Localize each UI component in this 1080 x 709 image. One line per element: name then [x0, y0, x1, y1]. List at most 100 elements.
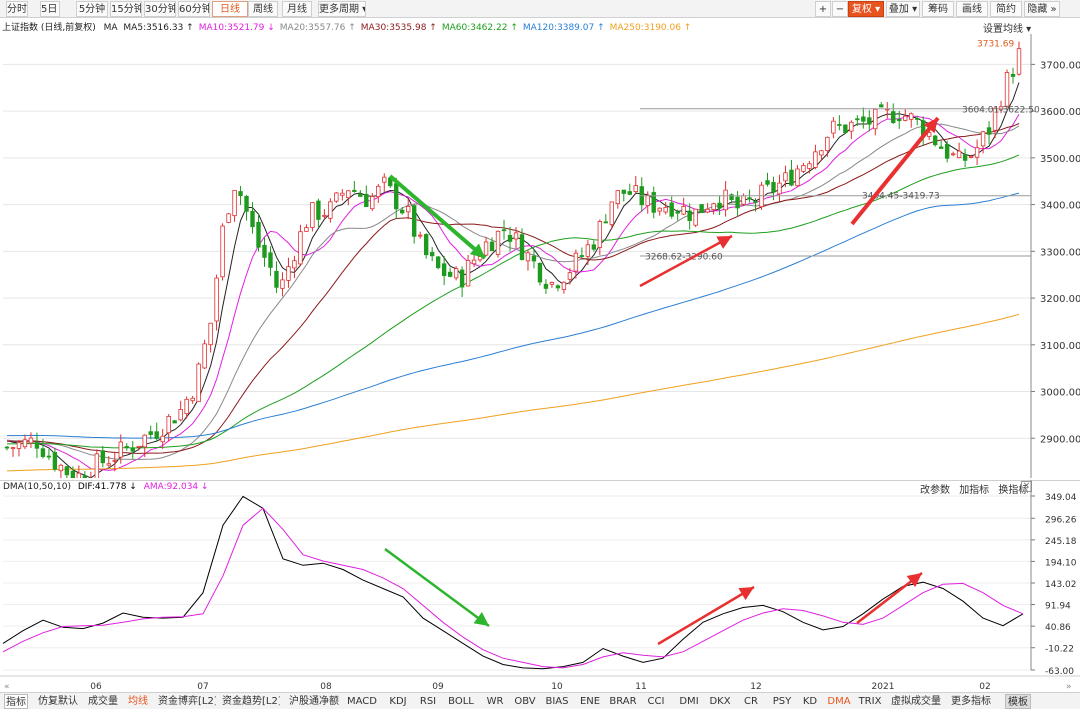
indicator-tab-21[interactable]: KD	[800, 694, 820, 709]
indicator-tab-7[interactable]: MACD	[346, 694, 378, 709]
y-tick-label: 3700.00	[1040, 60, 1080, 71]
period-tab-4[interactable]: 30分钟	[144, 1, 176, 17]
indicator-tab-5[interactable]: 资金趋势[L2]	[222, 694, 280, 709]
candle-body	[328, 201, 333, 219]
candle-body	[621, 189, 626, 194]
candle-body	[705, 208, 710, 213]
indicator-tab-15[interactable]: BRAR	[608, 694, 638, 709]
candle-body	[603, 221, 609, 224]
ma-settings-button[interactable]: 设置均线 ▾	[983, 20, 1031, 35]
candlestick-chart[interactable]: 2900.00 3000.00 3100.00 3200.00 3300.00 3400.…	[0, 34, 1080, 478]
candle-body	[76, 472, 82, 478]
candle-body	[633, 185, 638, 192]
indicator-tab-0[interactable]: 指标	[4, 694, 28, 709]
candle-body	[400, 209, 405, 214]
indicator-tab-18[interactable]: DKX	[708, 694, 732, 709]
indicator-tab-23[interactable]: TRIX	[858, 694, 882, 709]
candle-body	[932, 135, 938, 146]
candle-body	[136, 445, 141, 448]
indicator-tab-17[interactable]: DMI	[676, 694, 702, 709]
candle-body	[370, 196, 375, 210]
indicator-tab-13[interactable]: BIAS	[544, 694, 570, 709]
candle-body	[801, 164, 806, 172]
period-tab-1[interactable]: 5日 ▾	[40, 1, 60, 17]
candle-body	[220, 225, 225, 278]
y-tick-label: 296.26	[1045, 515, 1077, 525]
period-tab-2[interactable]: 5分钟	[76, 1, 108, 17]
simple-button[interactable]: 简约	[990, 1, 1022, 17]
hide-button[interactable]: 隐藏 »	[1024, 1, 1060, 17]
indicator-tab-2[interactable]: 成交量	[86, 694, 120, 709]
indicator-tab-16[interactable]: CCI	[644, 694, 668, 709]
candle-body	[777, 182, 782, 195]
zoom-out-button[interactable]: −	[832, 1, 848, 17]
dma-arrow-down-head	[473, 612, 489, 626]
candle-body	[58, 464, 64, 472]
indicator-tab-11[interactable]: WR	[484, 694, 506, 709]
indicator-tab-24[interactable]: 虚拟成交量	[890, 694, 942, 709]
candle-body	[16, 442, 22, 449]
period-tab-5[interactable]: 60分钟	[178, 1, 210, 17]
candle-body	[507, 234, 513, 242]
indicator-tab-1[interactable]: 仿复默认	[36, 694, 80, 709]
indicator-tab-4[interactable]: 资金博弈[L2]	[158, 694, 216, 709]
candle-body	[579, 255, 585, 257]
period-tab-9[interactable]: 更多周期 ▾	[318, 1, 366, 17]
candle-body	[310, 202, 315, 228]
indicator-tab-19[interactable]: CR	[740, 694, 762, 709]
candle-body	[471, 259, 477, 265]
overlay-button[interactable]: 叠加 ▾	[886, 1, 920, 17]
candle-body	[447, 271, 453, 277]
candle-body	[585, 244, 591, 257]
indicator-tab-22[interactable]: DMA	[826, 694, 852, 709]
candle-body	[831, 120, 836, 134]
period-tab-3[interactable]: 15分钟	[110, 1, 142, 17]
period-tab-8[interactable]: 月线	[282, 1, 312, 17]
period-tab-6[interactable]: 日线	[212, 1, 248, 17]
x-tick-label: 06	[90, 682, 102, 692]
indicator-tab-14[interactable]: ENE	[578, 694, 602, 709]
indicator-tab-3[interactable]: 均线	[126, 694, 150, 709]
chips-button[interactable]: 筹码	[922, 1, 954, 17]
candle-body	[334, 192, 339, 202]
candle-body	[118, 441, 123, 458]
indicator-tab-25[interactable]: 更多指标	[948, 694, 994, 709]
indicator-tab-8[interactable]: KDJ	[386, 694, 410, 709]
candle-body	[531, 255, 537, 262]
adjust-button[interactable]: 复权 ▾	[848, 1, 884, 17]
candle-body	[304, 227, 309, 232]
candle-body	[819, 150, 824, 156]
candle-body	[681, 206, 686, 215]
scroll-left-icon[interactable]: «	[4, 682, 10, 692]
candle-body	[843, 124, 848, 133]
candle-body	[807, 163, 812, 169]
ma-line-ma30	[6, 123, 1020, 454]
dma-arrow-up	[657, 585, 755, 646]
scroll-right-icon[interactable]: »	[1066, 682, 1072, 692]
candle-body	[412, 205, 417, 237]
candle-body	[813, 151, 818, 168]
dma-indicator-chart[interactable]: -63.00-10.2240.8691.94143.02194.10245.18…	[0, 480, 1080, 692]
y-tick-label: 245.18	[1045, 537, 1077, 547]
indicator-tab-10[interactable]: BOLL	[446, 694, 476, 709]
candle-body	[394, 183, 399, 210]
candle-body	[382, 176, 387, 183]
indicator-tab-6[interactable]: 沪股通净额	[288, 694, 340, 709]
zoom-in-button[interactable]: +	[815, 1, 831, 17]
candle-body	[849, 121, 854, 132]
candle-body	[867, 117, 872, 125]
candle-body	[459, 269, 465, 288]
indicator-tab-12[interactable]: OBV	[512, 694, 538, 709]
period-tab-0[interactable]: 分时	[6, 1, 28, 17]
indicator-tab-26[interactable]: 模板	[1005, 694, 1031, 709]
index-title: 上证指数 (日线,前复权)	[2, 23, 96, 33]
candle-body	[406, 206, 411, 213]
candle-body	[226, 213, 231, 223]
candle-body	[837, 124, 842, 126]
indicator-tab-20[interactable]: PSY	[770, 694, 794, 709]
draw-button[interactable]: 画线	[956, 1, 988, 17]
indicator-tab-9[interactable]: RSI	[416, 694, 440, 709]
candle-body	[1004, 72, 1010, 107]
candle-body	[465, 260, 471, 287]
period-tab-7[interactable]: 周线	[248, 1, 278, 17]
